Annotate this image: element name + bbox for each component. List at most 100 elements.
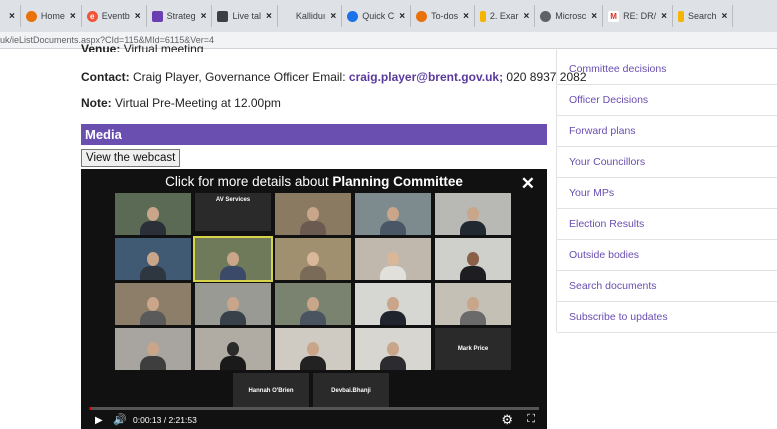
sidebar-nav: Committee decisions Officer Decisions Fo… — [557, 54, 777, 333]
participant-tile — [195, 328, 271, 370]
participant-tile — [275, 283, 351, 325]
volume-icon[interactable]: 🔊 — [113, 413, 127, 426]
sidebar-item-outside-bodies[interactable]: Outside bodies — [557, 240, 777, 271]
venue-value: Virtual meeting — [123, 42, 204, 52]
tab-title: Eventb — [101, 11, 130, 21]
webcast-player[interactable]: Click for more details about Planning Co… — [81, 169, 547, 429]
close-tab-icon[interactable]: × — [523, 11, 529, 22]
browser-tab[interactable]: M RE: DR/ × — [603, 5, 673, 27]
browser-tab[interactable]: Strateg × — [147, 5, 213, 27]
todo-icon — [416, 10, 428, 22]
media-heading: Media — [81, 124, 547, 145]
tab-title: Microsc — [555, 11, 587, 21]
browser-tab[interactable]: e Eventb × — [82, 5, 147, 27]
sidebar-item-forward-plans[interactable]: Forward plans — [557, 116, 777, 147]
participant-tile — [435, 193, 511, 235]
browser-tab[interactable]: To-dos × — [411, 5, 475, 27]
participant-figure — [300, 250, 326, 280]
player-title-prefix: Click for more details about — [165, 174, 333, 189]
view-webcast-button[interactable]: View the webcast — [81, 149, 181, 167]
tab-title: Kalliduı — [295, 11, 326, 21]
close-tab-icon[interactable]: × — [463, 11, 469, 22]
sidebar-item-committee-decisions[interactable]: Committee decisions — [557, 54, 777, 85]
chrome-icon — [25, 10, 37, 22]
participant-tile — [435, 283, 511, 325]
close-tab-icon[interactable]: × — [70, 11, 76, 22]
tile-label: Mark Price — [457, 346, 489, 352]
participant-figure — [380, 295, 406, 325]
sidebar-item-search-documents[interactable]: Search documents — [557, 271, 777, 302]
tab-title: Quick C — [362, 11, 395, 21]
sidebar-item-election-results[interactable]: Election Results — [557, 209, 777, 240]
close-tab-icon[interactable]: × — [135, 11, 141, 22]
participant-tile — [195, 283, 271, 325]
participant-tile — [115, 193, 191, 235]
participant-figure — [140, 340, 166, 370]
note-text: Virtual Pre-Meeting at 12.00pm — [115, 96, 281, 110]
close-tab-icon[interactable]: × — [722, 11, 728, 22]
file-icon — [479, 10, 486, 22]
participant-tile: Mark Price — [435, 328, 511, 370]
browser-tab[interactable]: Kalliduı × — [278, 5, 343, 27]
play-icon[interactable]: ▶ — [95, 415, 103, 426]
close-tab-icon[interactable]: × — [661, 11, 667, 22]
tab-title: Live tal — [232, 11, 261, 21]
tab-title: To-dos — [431, 11, 459, 21]
participant-tile — [275, 328, 351, 370]
participant-figure — [140, 250, 166, 280]
sidebar-item-your-mps[interactable]: Your MPs — [557, 178, 777, 209]
note-label: Note: — [81, 96, 112, 110]
sidebar-item-your-councillors[interactable]: Your Councillors — [557, 147, 777, 178]
close-tab-icon[interactable]: × — [399, 11, 405, 22]
sidebar-item-officer-decisions[interactable]: Officer Decisions — [557, 85, 777, 116]
gmail-icon: M — [608, 10, 620, 22]
player-controls: ▶ 🔊 0:00:13 / 2:21:53 ⚙ ⛶ — [81, 401, 547, 429]
contact-line: Contact: Craig Player, Governance Office… — [81, 70, 587, 84]
contact-email-link[interactable]: craig.player@brent.gov.uk; — [349, 70, 503, 84]
participant-tile — [355, 328, 431, 370]
time-display: 0:00:13 / 2:21:53 — [133, 415, 197, 425]
participant-tile — [435, 238, 511, 280]
browser-tab[interactable]: Search × — [673, 5, 734, 27]
browser-tab[interactable]: Quick C × — [342, 5, 412, 27]
browser-tab[interactable]: Microsc × — [535, 5, 604, 27]
tab-title: Strateg — [166, 11, 196, 21]
close-tab-icon[interactable]: × — [591, 11, 597, 22]
player-title[interactable]: Click for more details about Planning Co… — [81, 174, 547, 189]
participant-figure — [380, 250, 406, 280]
tile-label: AV Services — [215, 197, 251, 203]
participant-tile — [355, 283, 431, 325]
contact-label: Contact: — [81, 70, 130, 84]
participant-figure — [460, 295, 486, 325]
browser-tab-strip: × Home × e Eventb × Strateg × Live tal × Kall… — [0, 0, 777, 32]
sidebar-item-subscribe-to-updates[interactable]: Subscribe to updates — [557, 302, 777, 333]
note-line: Note: Virtual Pre-Meeting at 12.00pm — [81, 96, 281, 110]
participant-tile-active — [193, 236, 273, 282]
doc-icon — [151, 10, 163, 22]
participant-figure — [140, 295, 166, 325]
gear-icon[interactable]: ⚙ — [501, 412, 513, 428]
browser-tab[interactable]: × — [0, 5, 21, 27]
close-tab-icon[interactable]: × — [201, 11, 207, 22]
microsoft-icon — [540, 10, 552, 22]
tab-title: Search — [687, 11, 717, 21]
participant-figure — [380, 340, 406, 370]
tab-title: RE: DR/ — [623, 11, 657, 21]
browser-tab[interactable]: 2. Exar × — [475, 5, 536, 27]
close-tab-icon[interactable]: × — [9, 11, 15, 22]
quick-icon — [347, 10, 359, 22]
progress-bar[interactable] — [89, 407, 539, 410]
close-tab-icon[interactable]: × — [330, 11, 336, 22]
participant-tile — [275, 238, 351, 280]
browser-tab[interactable]: Live tal × — [212, 5, 278, 27]
participant-figure — [300, 340, 326, 370]
progress-fill — [89, 407, 91, 410]
committee-name: Planning Committee — [332, 174, 463, 189]
search-icon — [677, 10, 684, 22]
close-icon[interactable]: ✕ — [521, 174, 535, 194]
close-tab-icon[interactable]: × — [266, 11, 272, 22]
tile-label: Devbai.Bhanji — [331, 388, 371, 394]
browser-tab[interactable]: Home × — [21, 5, 82, 27]
participant-figure — [140, 205, 166, 235]
fullscreen-icon[interactable]: ⛶ — [527, 413, 535, 426]
